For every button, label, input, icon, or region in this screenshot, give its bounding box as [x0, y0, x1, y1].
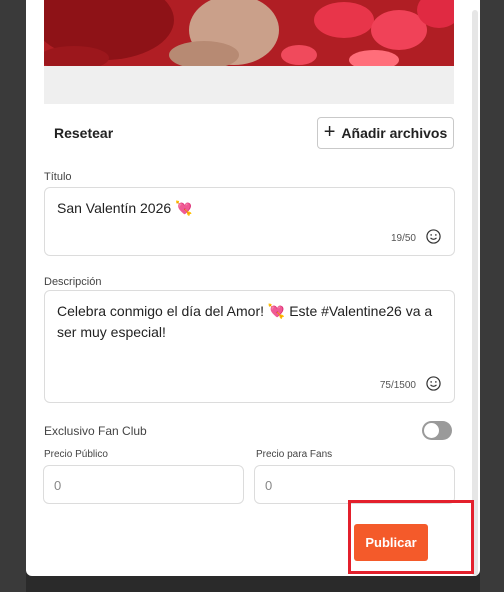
description-value: Celebra conmigo el día del Amor! 💘 Este … — [57, 303, 433, 340]
fans-price-label: Precio para Fans — [256, 449, 333, 460]
publish-button[interactable]: Publicar — [354, 524, 428, 561]
title-label: Título — [44, 171, 72, 183]
fans-price-input[interactable]: 0 — [254, 465, 455, 504]
title-char-counter: 19/50 — [390, 233, 416, 244]
description-char-counter: 75/1500 — [379, 380, 416, 391]
title-input[interactable]: San Valentín 2026 💘 19/50 — [44, 187, 455, 256]
scrollbar-track[interactable] — [472, 0, 478, 576]
media-caption-area — [44, 66, 454, 104]
reset-button[interactable]: Resetear — [44, 117, 123, 149]
public-price-input[interactable]: 0 — [43, 465, 244, 504]
description-label: Descripción — [44, 276, 102, 288]
plus-icon: + — [323, 121, 336, 143]
smiley-icon[interactable] — [426, 376, 441, 391]
toggle-knob — [424, 423, 439, 438]
modal-backdrop-right — [480, 0, 504, 592]
media-preview-image — [44, 0, 454, 66]
exclusive-fan-club-label: Exclusivo Fan Club — [44, 424, 147, 438]
media-preview-graphic — [44, 0, 454, 66]
smiley-icon[interactable] — [426, 229, 441, 244]
description-textarea[interactable]: Celebra conmigo el día del Amor! 💘 Este … — [44, 290, 455, 403]
upload-modal: Resetear + Añadir archivos Título San Va… — [26, 0, 480, 576]
scrollbar-thumb[interactable] — [472, 10, 478, 576]
modal-backdrop-left — [0, 0, 26, 592]
title-value: San Valentín 2026 💘 — [57, 200, 193, 216]
exclusive-fan-club-toggle[interactable] — [422, 421, 452, 440]
add-files-label: Añadir archivos — [341, 125, 448, 141]
add-files-button[interactable]: + Añadir archivos — [317, 117, 454, 149]
public-price-label: Precio Público — [44, 449, 108, 460]
